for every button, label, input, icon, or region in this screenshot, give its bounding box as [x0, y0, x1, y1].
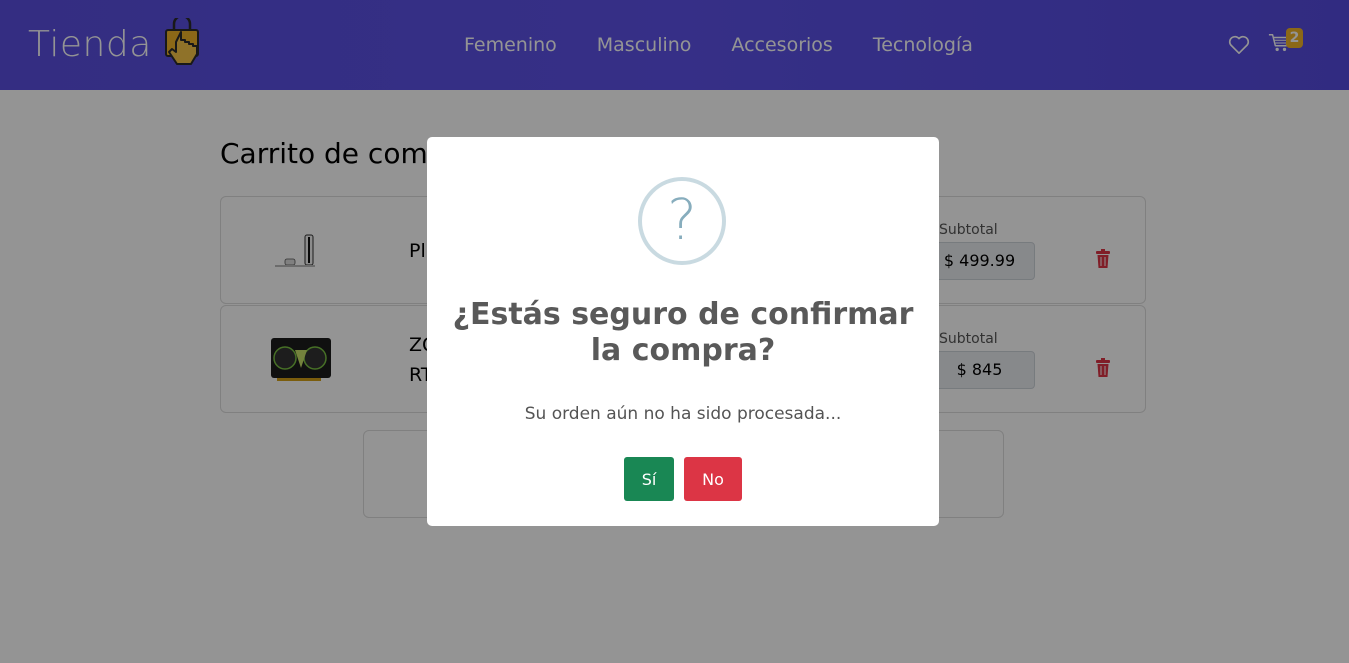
confirm-button[interactable]: Sí [624, 457, 674, 501]
question-icon: ? [638, 177, 726, 265]
cancel-button[interactable]: No [684, 457, 742, 501]
dialog-title: ¿Estás seguro de confirmar la compra? [452, 297, 914, 368]
dialog-message: Su orden aún no ha sido procesada... [524, 404, 842, 424]
confirm-dialog: ? ¿Estás seguro de confirmar la compra? … [427, 137, 939, 526]
